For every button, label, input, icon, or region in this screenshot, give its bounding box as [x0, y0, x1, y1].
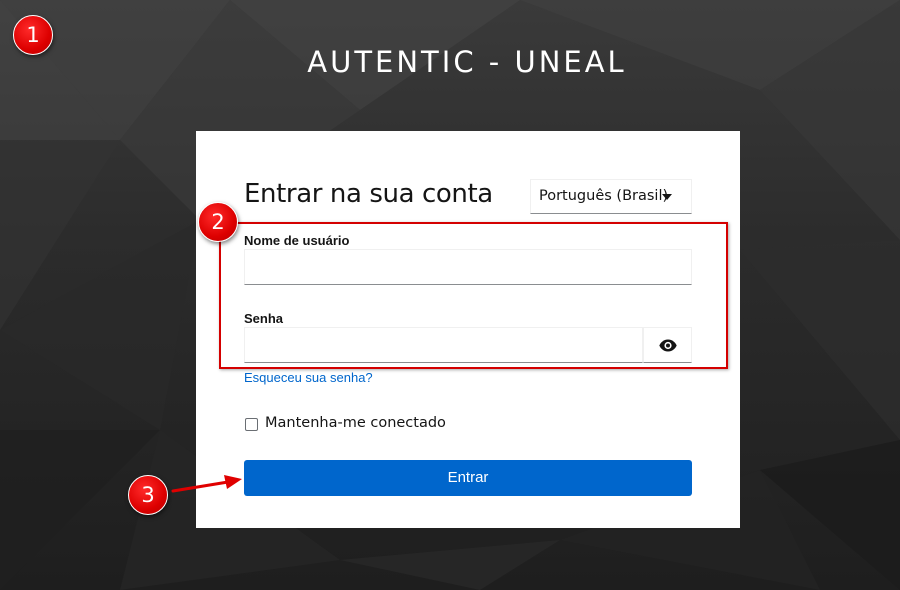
- remember-me-label[interactable]: Mantenha-me conectado: [265, 415, 446, 431]
- locale-dropdown[interactable]: Português (Brasil): [530, 179, 692, 214]
- caret-down-icon: [662, 194, 672, 200]
- login-heading: Entrar na sua conta: [244, 179, 493, 209]
- realm-title: AUTENTIC - UNEAL: [307, 45, 627, 79]
- annotation-badge-2: 2: [198, 202, 238, 242]
- login-page: AUTENTIC - UNEAL Entrar na sua conta Por…: [0, 0, 900, 590]
- annotation-badge-3: 3: [128, 475, 168, 515]
- annotation-arrow-icon: [171, 475, 242, 493]
- locale-dropdown-label: Português (Brasil): [539, 188, 669, 204]
- annotation-highlight-box: [219, 222, 728, 369]
- annotation-badge-2-number: 2: [211, 210, 225, 234]
- annotation-badge-1-number: 1: [26, 23, 40, 47]
- annotation-badge-1: 1: [13, 15, 53, 55]
- annotation-badge-3-number: 3: [141, 483, 155, 507]
- forgot-password-link[interactable]: Esqueceu sua senha?: [244, 370, 373, 385]
- remember-me-checkbox[interactable]: [245, 418, 258, 431]
- login-submit-button[interactable]: Entrar: [244, 460, 692, 496]
- login-submit-label: Entrar: [447, 469, 489, 486]
